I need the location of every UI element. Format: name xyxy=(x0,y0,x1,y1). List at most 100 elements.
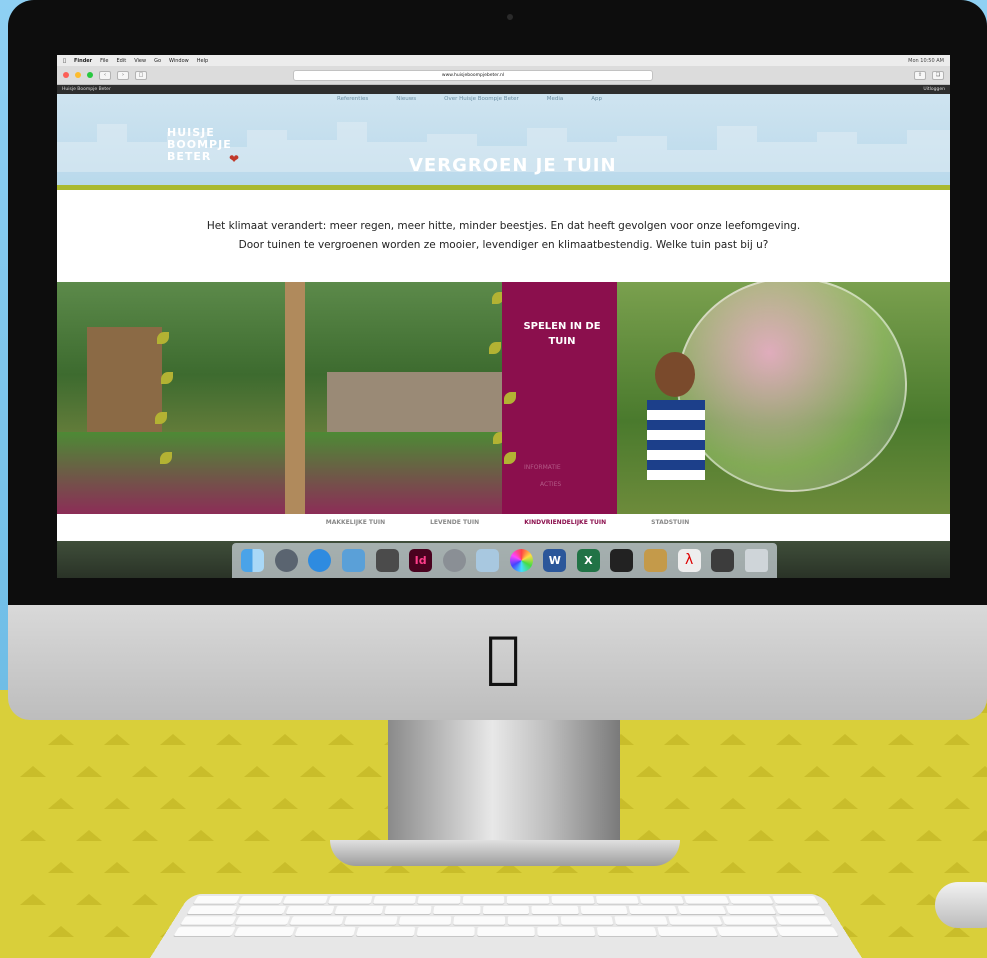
scanner-icon[interactable] xyxy=(610,549,634,572)
panel-title: SPELEN IN DE TUIN xyxy=(523,321,601,347)
menu-window[interactable]: Window xyxy=(169,58,189,64)
page-title: VERGROEN JE TUIN xyxy=(409,155,617,176)
pattern-triangle xyxy=(48,798,74,809)
pattern-triangle xyxy=(20,894,46,905)
pattern-triangle xyxy=(160,862,186,873)
camera-dot xyxy=(507,14,513,20)
notes-icon[interactable] xyxy=(375,549,399,572)
image-capture-icon[interactable] xyxy=(711,549,735,572)
pattern-triangle xyxy=(188,830,214,841)
leaf-icon xyxy=(492,292,502,304)
logout-link[interactable]: Uitloggen xyxy=(923,87,945,92)
menu-view[interactable]: View xyxy=(134,58,146,64)
site-header: Referenties Nieuws Over Huisje Boompje B… xyxy=(57,94,950,185)
mac-menu-bar:  Finder File Edit View Go Window Help M… xyxy=(57,55,950,66)
leaf-icon xyxy=(489,342,501,354)
menu-file[interactable]: File xyxy=(100,58,108,64)
close-window-button[interactable] xyxy=(63,72,69,78)
pattern-triangle xyxy=(972,830,987,841)
site-tab-label[interactable]: Huisje Boompje Beter xyxy=(62,87,111,92)
minimize-window-button[interactable] xyxy=(75,72,81,78)
nav-nieuws[interactable]: Nieuws xyxy=(396,96,416,102)
nav-referenties[interactable]: Referenties xyxy=(337,96,368,102)
tab-levende-tuin[interactable]: LEVENDE TUIN xyxy=(430,519,479,526)
pattern-triangle xyxy=(860,830,886,841)
intro-text: Het klimaat verandert: meer regen, meer … xyxy=(57,190,950,282)
share-icon[interactable]: ⇧ xyxy=(914,70,926,80)
pattern-triangle xyxy=(692,830,718,841)
keyboard xyxy=(150,893,862,958)
excel-icon[interactable]: X xyxy=(576,549,600,572)
preview-icon[interactable] xyxy=(341,549,365,572)
nav-media[interactable]: Media xyxy=(547,96,564,102)
pattern-triangle xyxy=(804,766,830,777)
pattern-triangle xyxy=(132,766,158,777)
address-bar[interactable]: www.huisjeboompjebeter.nl xyxy=(293,69,653,81)
pattern-triangle xyxy=(300,830,326,841)
leaf-icon xyxy=(504,392,516,404)
menu-go[interactable]: Go xyxy=(154,58,161,64)
menu-finder[interactable]: Finder xyxy=(74,58,92,64)
photos-icon[interactable] xyxy=(476,549,500,572)
swing-post-shape xyxy=(285,282,305,514)
forward-button[interactable]: › xyxy=(117,70,129,80)
intro-line: Door tuinen te vergroenen worden ze mooi… xyxy=(238,239,769,251)
pattern-triangle xyxy=(272,734,298,745)
nav-over[interactable]: Over Huisje Boompje Beter xyxy=(444,96,519,102)
pattern-triangle xyxy=(300,766,326,777)
tabs-overview-icon[interactable]: ❏ xyxy=(932,70,944,80)
safari-icon[interactable] xyxy=(308,549,332,572)
pattern-triangle xyxy=(972,766,987,777)
indesign-icon[interactable]: Id xyxy=(409,549,433,572)
folder-icon[interactable] xyxy=(644,549,668,572)
pattern-triangle xyxy=(20,766,46,777)
dock: Id W X λ xyxy=(232,543,777,578)
pattern-triangle xyxy=(888,926,914,937)
pattern-triangle xyxy=(48,926,74,937)
pattern-triangle xyxy=(104,734,130,745)
pattern-triangle xyxy=(720,798,746,809)
pattern-triangle xyxy=(776,862,802,873)
acrobat-icon[interactable]: λ xyxy=(677,549,701,572)
pattern-triangle xyxy=(76,830,102,841)
panel-link-informatie[interactable]: INFORMATIE xyxy=(524,464,561,471)
pattern-triangle xyxy=(244,766,270,777)
nav-app[interactable]: App xyxy=(591,96,602,102)
leaf-icon xyxy=(157,332,169,344)
hero-section: SPELEN IN DE TUIN INFORMATIE ACTIES xyxy=(57,282,950,514)
pattern-triangle xyxy=(944,862,970,873)
back-button[interactable]: ‹ xyxy=(99,70,111,80)
pattern-triangle xyxy=(748,766,774,777)
browser-toolbar: ‹ › □ www.huisjeboompjebeter.nl ⇧ ❏ xyxy=(57,66,950,85)
panel-link-acties[interactable]: ACTIES xyxy=(540,481,561,488)
site-logo[interactable]: HUISJE BOOMPJE BETER xyxy=(167,127,232,163)
system-preferences-icon[interactable] xyxy=(442,549,466,572)
pattern-triangle xyxy=(216,862,242,873)
apple-logo-icon:  xyxy=(478,628,528,688)
word-icon[interactable]: W xyxy=(543,549,567,572)
category-panel[interactable]: SPELEN IN DE TUIN INFORMATIE ACTIES xyxy=(502,282,617,514)
menu-clock[interactable]: Mon 10:50 AM xyxy=(908,58,944,64)
pattern-triangle xyxy=(832,798,858,809)
tab-makkelijke-tuin[interactable]: MAKKELIJKE TUIN xyxy=(326,519,385,526)
finder-icon[interactable] xyxy=(241,549,265,572)
leaf-icon xyxy=(161,372,173,384)
launchpad-icon[interactable] xyxy=(274,549,298,572)
pattern-triangle xyxy=(720,734,746,745)
zoom-window-button[interactable] xyxy=(87,72,93,78)
pattern-triangle xyxy=(832,734,858,745)
pattern-triangle xyxy=(776,734,802,745)
menu-edit[interactable]: Edit xyxy=(117,58,127,64)
trash-icon[interactable] xyxy=(744,549,768,572)
color-icon[interactable] xyxy=(509,549,533,572)
menu-help[interactable]: Help xyxy=(197,58,208,64)
pattern-triangle xyxy=(328,734,354,745)
pattern-triangle xyxy=(76,894,102,905)
tab-stadstuin[interactable]: STADSTUIN xyxy=(651,519,689,526)
imac-stand-foot xyxy=(330,840,680,866)
pattern-triangle xyxy=(244,830,270,841)
tab-kindvriendelijke-tuin[interactable]: KINDVRIENDELIJKE TUIN xyxy=(524,519,606,526)
grass-shape xyxy=(57,432,502,514)
sidebar-toggle-icon[interactable]: □ xyxy=(135,70,147,80)
apple-menu-icon[interactable]:  xyxy=(63,58,66,64)
